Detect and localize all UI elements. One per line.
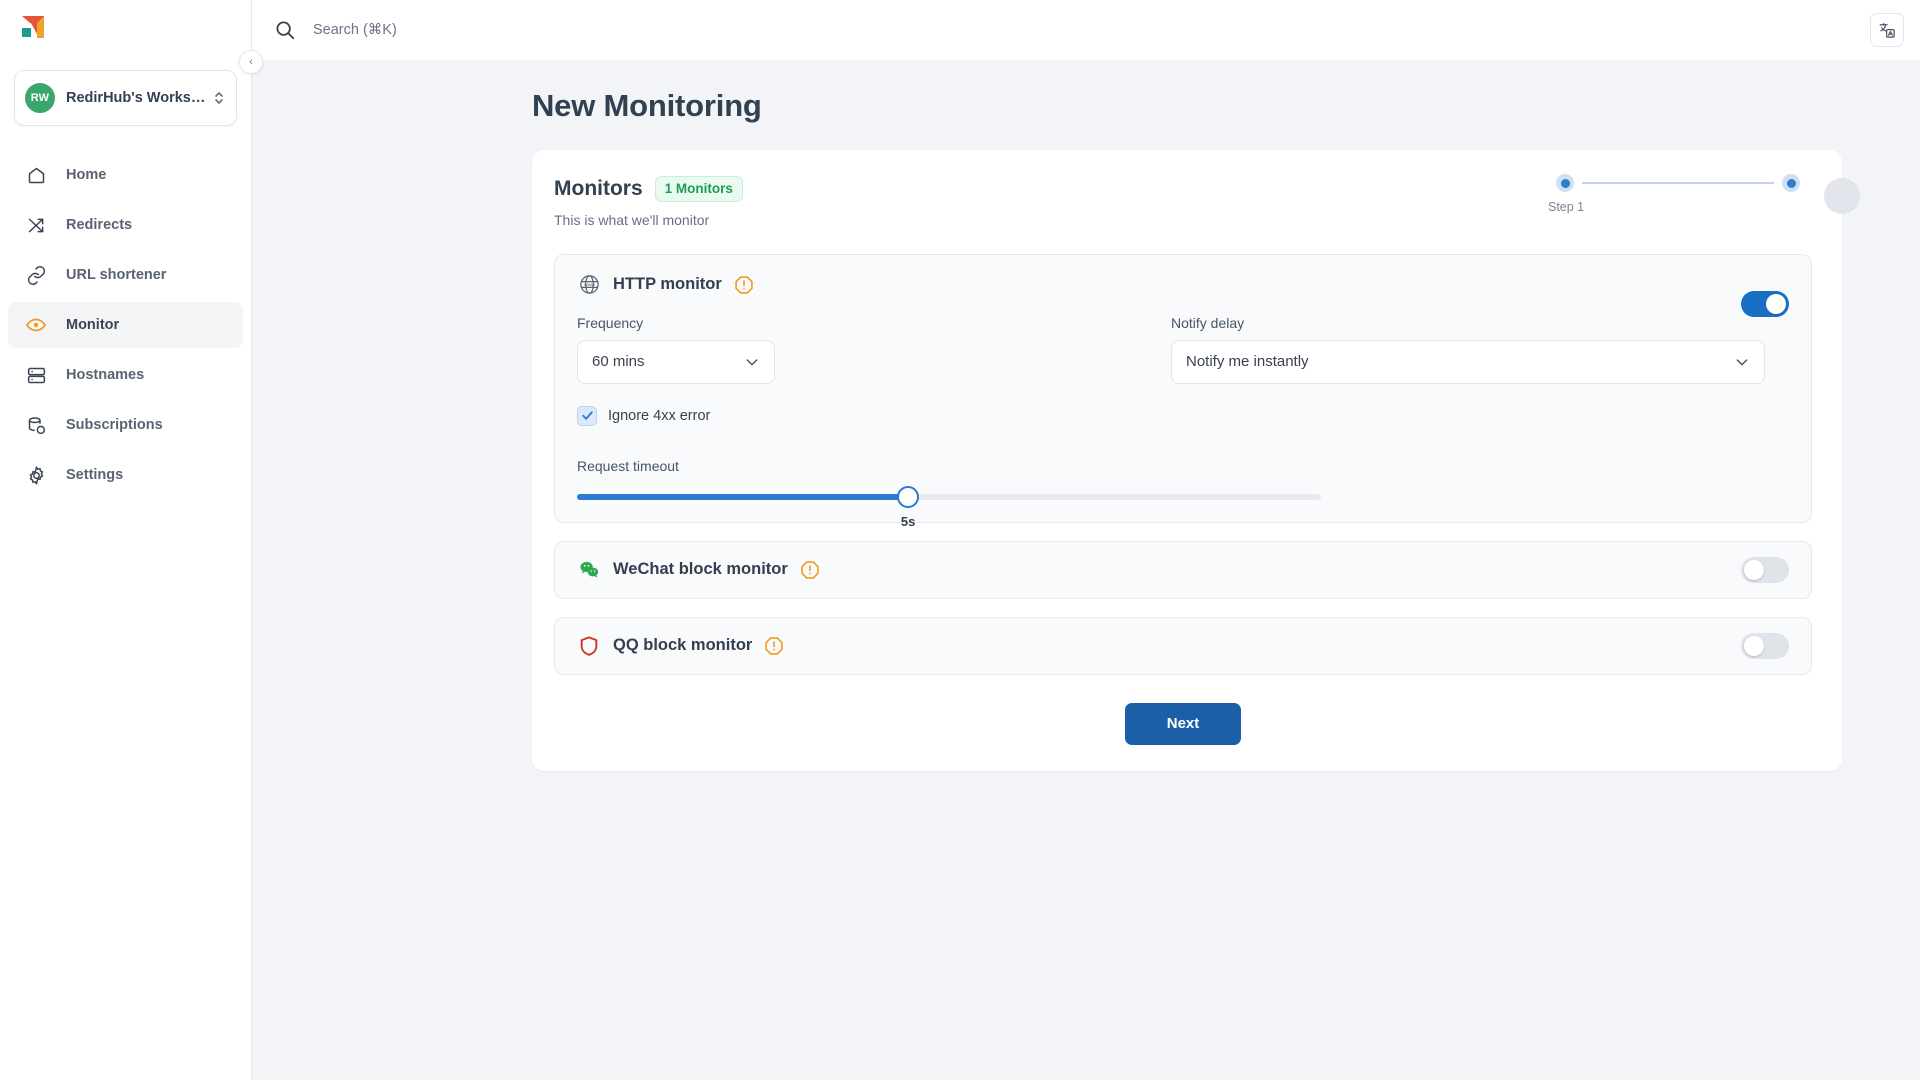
next-button[interactable]: Next — [1124, 702, 1242, 745]
topbar-right — [1870, 13, 1904, 47]
search-input[interactable] — [313, 22, 733, 38]
sidebar-item-label: Subscriptions — [66, 417, 163, 433]
chevron-down-icon — [1736, 358, 1748, 365]
slider-thumb[interactable] — [897, 485, 920, 508]
wechat-icon — [577, 558, 601, 582]
wechat-monitor-toggle[interactable] — [1741, 556, 1789, 583]
eye-icon — [24, 313, 48, 337]
translate-icon[interactable] — [1870, 13, 1904, 47]
notify-delay-select[interactable]: Notify me instantly — [1171, 339, 1765, 384]
logo-wrapper[interactable] — [0, 0, 251, 58]
slider-fill — [577, 493, 909, 500]
chevron-down-icon — [746, 358, 758, 365]
sidebar-item-url-shortener[interactable]: URL shortener — [8, 252, 243, 298]
toggle-knob — [1744, 559, 1764, 580]
wechat-monitor-box: WeChat block monitor — [554, 540, 1812, 599]
page-title: New Monitoring — [532, 88, 762, 123]
sidebar-item-label: Home — [66, 167, 107, 183]
sidebar-item-hostnames[interactable]: Hostnames — [8, 352, 243, 398]
database-icon — [24, 413, 48, 437]
qq-monitor-toggle[interactable] — [1741, 632, 1789, 659]
sidebar-item-redirects[interactable]: Redirects — [8, 202, 243, 248]
sidebar-item-home[interactable]: Home — [8, 152, 243, 198]
sidebar-item-settings[interactable]: Settings — [8, 452, 243, 498]
notify-delay-value: Notify me instantly — [1186, 353, 1309, 370]
monitors-count-badge: 1 Monitors — [654, 176, 743, 202]
server-icon — [24, 363, 48, 387]
sidebar: RW RedirHub's Works… ‹ Home Redirects UR… — [0, 0, 263, 1080]
sidebar-item-label: Hostnames — [66, 367, 145, 383]
sidebar-collapse-button[interactable]: ‹ — [239, 50, 263, 74]
ignore-4xx-checkbox[interactable] — [577, 405, 597, 426]
frequency-value: 60 mins — [592, 353, 645, 370]
warning-octagon-icon[interactable] — [734, 275, 754, 295]
http-monitor-toggle[interactable] — [1741, 290, 1789, 317]
home-icon — [24, 163, 48, 187]
gear-icon — [24, 463, 48, 487]
card-heading: Monitors — [554, 176, 643, 200]
chevron-updown-icon — [215, 92, 223, 104]
next-button-wrapper: Next — [554, 702, 1812, 745]
www-globe-icon: www — [577, 273, 601, 297]
monitors-card: Step 1 Monitors 1 Monitors This is what … — [532, 150, 1860, 771]
slider-track — [577, 493, 1321, 500]
request-timeout-slider[interactable]: 5s — [577, 485, 1321, 529]
sidebar-nav: Home Redirects URL shortener Monitor Hos… — [0, 152, 251, 498]
svg-text:www: www — [584, 282, 595, 288]
workspace-name: RedirHub's Works… — [66, 90, 206, 106]
qq-monitor-header: QQ block monitor — [577, 634, 784, 658]
frequency-label: Frequency — [577, 314, 644, 331]
toggle-knob — [1744, 635, 1764, 656]
scrollbar-handle[interactable] — [1824, 178, 1860, 214]
step-1[interactable] — [1548, 174, 1582, 192]
topbar — [252, 0, 1920, 60]
ignore-4xx-label: Ignore 4xx error — [608, 407, 711, 424]
sidebar-item-label: Redirects — [66, 217, 133, 233]
workspace-switcher[interactable]: RW RedirHub's Works… — [14, 70, 237, 126]
qq-monitor-box: QQ block monitor — [554, 616, 1812, 675]
frequency-select[interactable]: 60 mins — [577, 339, 775, 384]
check-icon — [581, 411, 593, 420]
notify-delay-field: Notify delay Notify me instantly — [1171, 315, 1765, 384]
frequency-field: Frequency 60 mins — [577, 315, 1171, 384]
sidebar-item-monitor[interactable]: Monitor — [8, 302, 243, 348]
redirhub-logo — [22, 16, 44, 38]
main-area: New Monitoring Step 1 — [252, 0, 1920, 1080]
sidebar-item-label: Settings — [66, 467, 124, 483]
step-label: Step 1 — [1548, 200, 1585, 214]
sidebar-item-label: Monitor — [66, 317, 120, 333]
http-monitor-header: www HTTP monitor — [577, 273, 1789, 297]
monitor-name: HTTP monitor — [613, 275, 722, 293]
link-icon — [24, 263, 48, 287]
step-dot-active — [1556, 174, 1574, 192]
wechat-monitor-header: WeChat block monitor — [577, 558, 820, 582]
step-indicator: Step 1 — [1548, 174, 1808, 214]
http-monitor-box: www HTTP monitor Frequency 60 mins Notif… — [554, 253, 1812, 529]
search-icon[interactable] — [274, 19, 296, 41]
monitor-list: www HTTP monitor Frequency 60 mins Notif… — [554, 253, 1812, 675]
avatar: RW — [25, 83, 55, 113]
content-scroll: New Monitoring Step 1 Monitors 1 Monitor… — [252, 60, 1920, 1080]
request-timeout-section: Request timeout 5s — [577, 457, 1789, 529]
step-connector-line — [1582, 182, 1774, 184]
qq-shield-icon — [577, 634, 601, 658]
app-root: RW RedirHub's Works… ‹ Home Redirects UR… — [0, 0, 1920, 1080]
monitor-name: WeChat block monitor — [613, 560, 788, 578]
sidebar-item-subscriptions[interactable]: Subscriptions — [8, 402, 243, 448]
step-indicator-row — [1548, 174, 1808, 192]
ignore-4xx-row: Ignore 4xx error — [577, 405, 1789, 426]
step-dot — [1782, 174, 1800, 192]
request-timeout-label: Request timeout — [577, 457, 679, 474]
warning-octagon-icon[interactable] — [764, 636, 784, 656]
notify-delay-label: Notify delay — [1171, 314, 1245, 331]
sidebar-item-label: URL shortener — [66, 267, 167, 283]
warning-octagon-icon[interactable] — [800, 560, 820, 580]
toggle-knob — [1766, 293, 1786, 314]
shuffle-icon — [24, 213, 48, 237]
http-monitor-fields: Frequency 60 mins Notify delay Notify me… — [577, 315, 1789, 384]
monitor-name: QQ block monitor — [613, 636, 753, 654]
step-2[interactable] — [1774, 174, 1808, 192]
slider-value-label: 5s — [900, 513, 916, 529]
